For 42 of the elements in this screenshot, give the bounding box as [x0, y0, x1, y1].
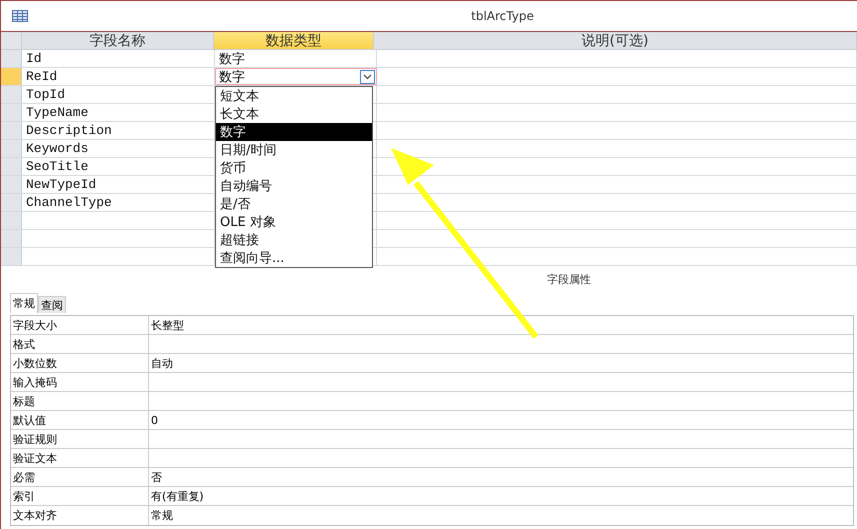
property-value[interactable]: 有(有重复)	[149, 487, 853, 505]
row-selector[interactable]	[1, 86, 22, 103]
row-selector[interactable]	[1, 176, 22, 193]
property-label: 小数位数	[11, 354, 149, 372]
property-label: 标题	[11, 392, 149, 410]
property-label: 格式	[11, 335, 149, 353]
tab[interactable]: 常规	[10, 293, 38, 313]
row-selector[interactable]	[1, 122, 22, 139]
caret-icon[interactable]	[360, 70, 375, 84]
property-label: 字段大小	[11, 316, 149, 334]
row-selector[interactable]	[1, 140, 22, 157]
section-label: 字段属性	[547, 272, 591, 286]
property-label: 索引	[11, 487, 149, 505]
property-label: 验证规则	[11, 430, 149, 448]
data-type-cell: 数字	[215, 50, 377, 67]
property-value[interactable]: 常规	[149, 506, 853, 525]
row-selector[interactable]	[1, 104, 22, 121]
row-selector[interactable]	[1, 248, 22, 265]
property-value[interactable]: 自动	[149, 354, 853, 372]
list-option[interactable]: 数字	[216, 123, 372, 141]
tab[interactable]: 查阅	[38, 296, 66, 313]
row-selector[interactable]	[1, 50, 22, 67]
row-selector[interactable]	[1, 212, 22, 229]
column-header[interactable]: 数据类型	[214, 32, 374, 49]
property-value[interactable]: 否	[149, 468, 853, 486]
row-selector[interactable]	[1, 158, 22, 175]
property-label: 输入掩码	[11, 373, 149, 391]
property-label: 默认值	[11, 411, 149, 429]
property-label: 验证文本	[11, 449, 149, 467]
property-value[interactable]: 长整型	[149, 316, 853, 334]
data-type-combo[interactable]: 数字	[215, 68, 377, 85]
property-label: 必需	[11, 468, 149, 486]
property-label: 文本对齐	[11, 506, 149, 525]
table-icon	[12, 10, 28, 22]
column-header[interactable]: 说明(可选)	[374, 32, 857, 49]
field-name-cell: ReId	[22, 68, 216, 85]
row-selector[interactable]	[1, 68, 22, 85]
field-name-cell: Id	[22, 50, 216, 67]
row-selector[interactable]	[1, 230, 22, 247]
property-value[interactable]: 0	[149, 411, 853, 429]
window-title: tblArcType	[470, 9, 535, 23]
row-selector[interactable]	[1, 194, 22, 211]
